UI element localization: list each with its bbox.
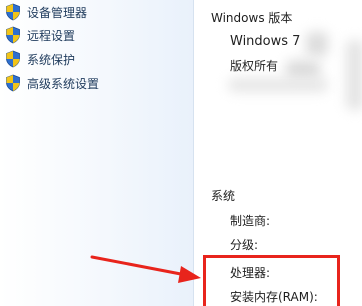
advanced-system-settings-label: 高级系统设置 <box>27 76 100 91</box>
windows-edition-value: Windows 7 <box>230 34 301 49</box>
redacted-area <box>286 60 320 80</box>
system-heading: 系统 <box>211 189 236 203</box>
advanced-system-settings-link[interactable]: 高级系统设置 <box>5 73 99 93</box>
redacted-area <box>306 32 328 56</box>
uac-shield-icon <box>6 3 20 21</box>
manufacturer-label: 制造商: <box>230 214 271 228</box>
device-manager-label: 设备管理器 <box>27 5 88 20</box>
redacted-area <box>228 78 328 92</box>
control-panel-task-pane: 设备管理器 远程设置 系统保护 高级系统设置 <box>0 0 194 306</box>
uac-shield-icon <box>6 50 20 68</box>
remote-settings-link[interactable]: 远程设置 <box>5 25 75 45</box>
windows-edition-heading: Windows 版本 <box>211 11 293 25</box>
redacted-area <box>346 40 362 110</box>
device-manager-link[interactable]: 设备管理器 <box>5 2 87 22</box>
uac-shield-icon <box>6 74 20 92</box>
annotation-highlight-box <box>203 255 340 306</box>
system-protection-link[interactable]: 系统保护 <box>5 49 75 69</box>
rating-label: 分级: <box>230 238 259 252</box>
uac-shield-icon <box>6 26 20 44</box>
remote-settings-label: 远程设置 <box>27 28 76 43</box>
copyright-text: 版权所有 <box>230 59 279 73</box>
system-protection-label: 系统保护 <box>27 52 76 67</box>
system-properties-window: 设备管理器 远程设置 系统保护 高级系统设置 Windows 版本 Window… <box>0 0 362 306</box>
